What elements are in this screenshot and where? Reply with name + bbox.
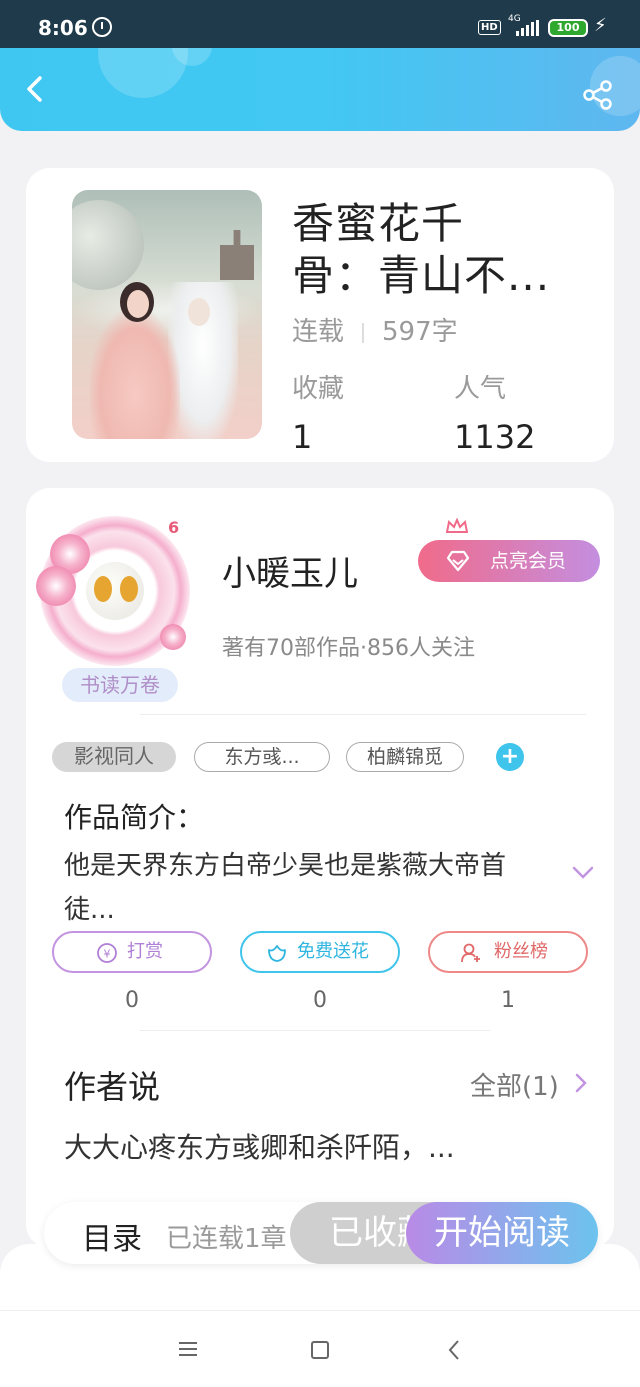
book-cover[interactable] — [72, 190, 262, 439]
send-flower-button[interactable]: 免费送花 — [240, 931, 400, 973]
flower-count: 0 — [313, 988, 327, 1013]
app-header — [0, 48, 640, 131]
book-info-card: 香蜜花千 骨：青山不... 连载 597字 收藏 人气 1 1132 — [26, 168, 614, 462]
status-time: 8:06 — [38, 16, 88, 40]
crown-icon — [446, 518, 468, 533]
home-icon[interactable] — [311, 1341, 329, 1359]
send-flower-label: 免费送花 — [297, 941, 369, 962]
author-says-all-link[interactable]: 全部(1) — [470, 1066, 559, 1103]
book-title-line2: 骨：青山不... — [292, 251, 551, 300]
popularity-label: 人气 — [454, 374, 507, 404]
serial-count: 已连载1章 — [166, 1224, 287, 1254]
svg-text:¥: ¥ — [104, 948, 111, 961]
user-icon — [461, 943, 480, 963]
yen-icon: ¥ — [97, 943, 117, 963]
status-bar: 8:06 HD 4G 100 ⚡ — [0, 0, 640, 48]
book-status: 连载 — [292, 317, 345, 347]
tip-count: 0 — [125, 988, 139, 1013]
fan-ranking-button[interactable]: 粉丝榜 — [428, 931, 588, 973]
chevron-right-icon[interactable] — [574, 1072, 588, 1094]
vip-button-label: 点亮会员 — [490, 550, 567, 572]
alarm-icon — [92, 17, 112, 37]
tag-item[interactable]: 影视同人 — [52, 742, 176, 772]
author-says-text[interactable]: 大大心疼东方彧卿和杀阡陌，... — [64, 1126, 584, 1166]
reading-action-bar: 目录 已连载1章 已收藏 开始阅读 — [44, 1202, 598, 1264]
fan-count: 1 — [501, 988, 515, 1013]
diamond-icon — [446, 550, 470, 572]
battery-level: 100 — [548, 19, 588, 37]
favorites-label: 收藏 — [292, 374, 345, 404]
divider — [140, 714, 586, 715]
author-level: 6 — [168, 518, 180, 537]
back-icon[interactable] — [22, 74, 50, 104]
book-title: 香蜜花千 骨：青山不... — [292, 198, 562, 302]
add-tag-icon[interactable]: + — [496, 743, 524, 771]
author-says-title: 作者说 — [64, 1068, 161, 1106]
back-nav-icon[interactable] — [448, 1339, 460, 1361]
hd-indicator: HD — [478, 20, 501, 35]
favorites-value: 1 — [292, 418, 313, 456]
author-name[interactable]: 小暖玉儿 — [222, 546, 358, 595]
menu-icon[interactable] — [178, 1341, 198, 1357]
book-meta: 连载 597字 — [292, 311, 458, 348]
author-avatar[interactable]: 6 — [36, 516, 190, 666]
book-title-line1: 香蜜花千 — [292, 199, 465, 248]
tip-button[interactable]: ¥ 打赏 — [52, 931, 212, 973]
author-stats: 著有70部作品·856人关注 — [222, 636, 475, 661]
start-reading-button[interactable]: 开始阅读 — [406, 1202, 598, 1264]
vip-button[interactable]: 点亮会员 — [418, 518, 600, 582]
tag-item[interactable]: 东方彧... — [194, 742, 330, 772]
intro-title: 作品简介： — [64, 801, 205, 834]
signal-icon — [516, 20, 540, 36]
share-icon[interactable] — [582, 80, 614, 110]
book-word-count: 597字 — [382, 317, 458, 347]
author-card: 6 书读万卷 小暖玉儿 点亮会员 著有70部作品·856人关注 影视同人 东方彧… — [26, 488, 614, 1248]
intro-text[interactable]: 他是天界东方白帝少昊也是紫薇大帝首徒... — [64, 844, 534, 932]
flower-icon — [268, 945, 286, 962]
charging-icon: ⚡ — [594, 15, 607, 36]
system-nav-bar — [0, 1310, 640, 1387]
chevron-down-icon[interactable] — [572, 866, 594, 880]
tag-item[interactable]: 柏麟锦觅 — [346, 742, 464, 772]
toc-button[interactable]: 目录 — [82, 1214, 142, 1258]
tag-list: 影视同人 东方彧... 柏麟锦觅 + — [52, 742, 592, 774]
tip-label: 打赏 — [127, 941, 163, 962]
popularity-value: 1132 — [454, 418, 536, 456]
author-badge: 书读万卷 — [62, 668, 178, 702]
divider — [140, 1030, 490, 1031]
fan-ranking-label: 粉丝榜 — [494, 941, 548, 962]
